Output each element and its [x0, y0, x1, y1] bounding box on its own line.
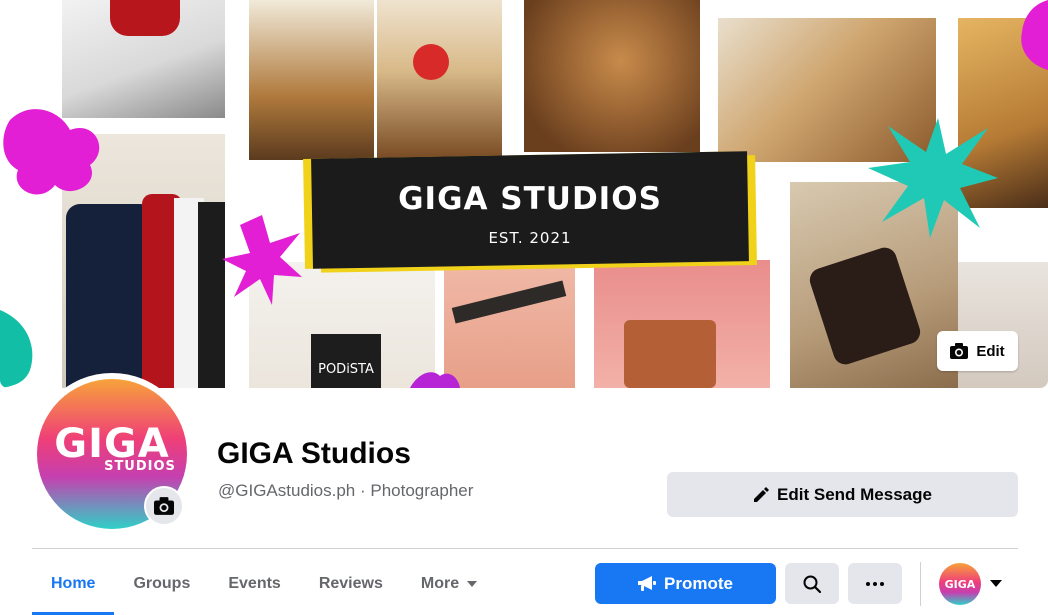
- camera-icon: [154, 497, 174, 515]
- promote-label: Promote: [664, 573, 733, 593]
- more-options-button[interactable]: [848, 563, 902, 604]
- tab-reviews-label: Reviews: [318, 575, 383, 592]
- banner-title: GIGA STUDIOS: [398, 181, 662, 217]
- caret-down-icon: [467, 581, 478, 587]
- page-tabs: Home Groups Events Reviews More: [32, 560, 496, 615]
- banner-subtitle: EST. 2021: [488, 229, 572, 247]
- product-box-label: PODiSTA: [311, 334, 381, 388]
- tab-home-label: Home: [51, 575, 96, 592]
- mini-avatar-text: GIGA: [944, 577, 976, 591]
- tab-home[interactable]: Home: [32, 560, 115, 615]
- tab-more[interactable]: More: [402, 560, 496, 608]
- purple-splash-bottom: [410, 372, 460, 388]
- magenta-splash-left: [3, 109, 100, 195]
- tab-events[interactable]: Events: [209, 560, 299, 608]
- action-separator: [920, 562, 921, 606]
- edit-send-message-label: Edit Send Message: [777, 484, 932, 504]
- tab-events-label: Events: [228, 575, 281, 592]
- megaphone-icon: [638, 575, 657, 591]
- cover-tile-lipstick: [594, 260, 770, 388]
- cover-photo[interactable]: PODiSTA GIGA STUDIOS EST. 2021 Edit: [0, 0, 1048, 388]
- cover-tile-cookie-plate: [377, 0, 502, 158]
- pencil-icon: [754, 486, 770, 502]
- header-divider: [32, 548, 1018, 549]
- tab-groups[interactable]: Groups: [114, 560, 209, 608]
- edit-cover-button[interactable]: Edit: [937, 331, 1018, 371]
- page-title: GIGA Studios: [217, 437, 411, 470]
- teal-burst-right: [868, 118, 998, 238]
- cover-tile-cookie-board: [524, 0, 700, 152]
- tab-reviews[interactable]: Reviews: [300, 560, 402, 608]
- camera-icon: [950, 343, 969, 359]
- avatar-logo-subtext: STUDIOS: [104, 459, 176, 474]
- search-page-button[interactable]: [785, 563, 839, 604]
- tab-groups-label: Groups: [133, 575, 191, 592]
- account-switcher-caret-icon[interactable]: [990, 580, 1002, 587]
- edit-cover-label: Edit: [976, 342, 1005, 360]
- magenta-burst-center: [222, 215, 302, 305]
- account-switcher-avatar[interactable]: GIGA: [939, 563, 981, 605]
- cover-tile-cookie-stack: [249, 0, 374, 160]
- cover-tile-coffee: [444, 262, 575, 388]
- page-handle-category: @GIGAstudios.ph · Photographer: [218, 481, 474, 500]
- update-profile-picture-button[interactable]: [144, 486, 184, 526]
- ellipsis-icon: [866, 581, 884, 586]
- magenta-splash-right: [1021, 0, 1048, 70]
- promote-button[interactable]: Promote: [595, 563, 776, 604]
- teal-splash-bottom-left: [0, 310, 33, 388]
- search-icon: [803, 575, 821, 593]
- edit-send-message-button[interactable]: Edit Send Message: [667, 472, 1018, 517]
- tab-more-label: More: [420, 575, 460, 592]
- facebook-page-header: PODiSTA GIGA STUDIOS EST. 2021 Edit GIGA…: [0, 0, 1048, 615]
